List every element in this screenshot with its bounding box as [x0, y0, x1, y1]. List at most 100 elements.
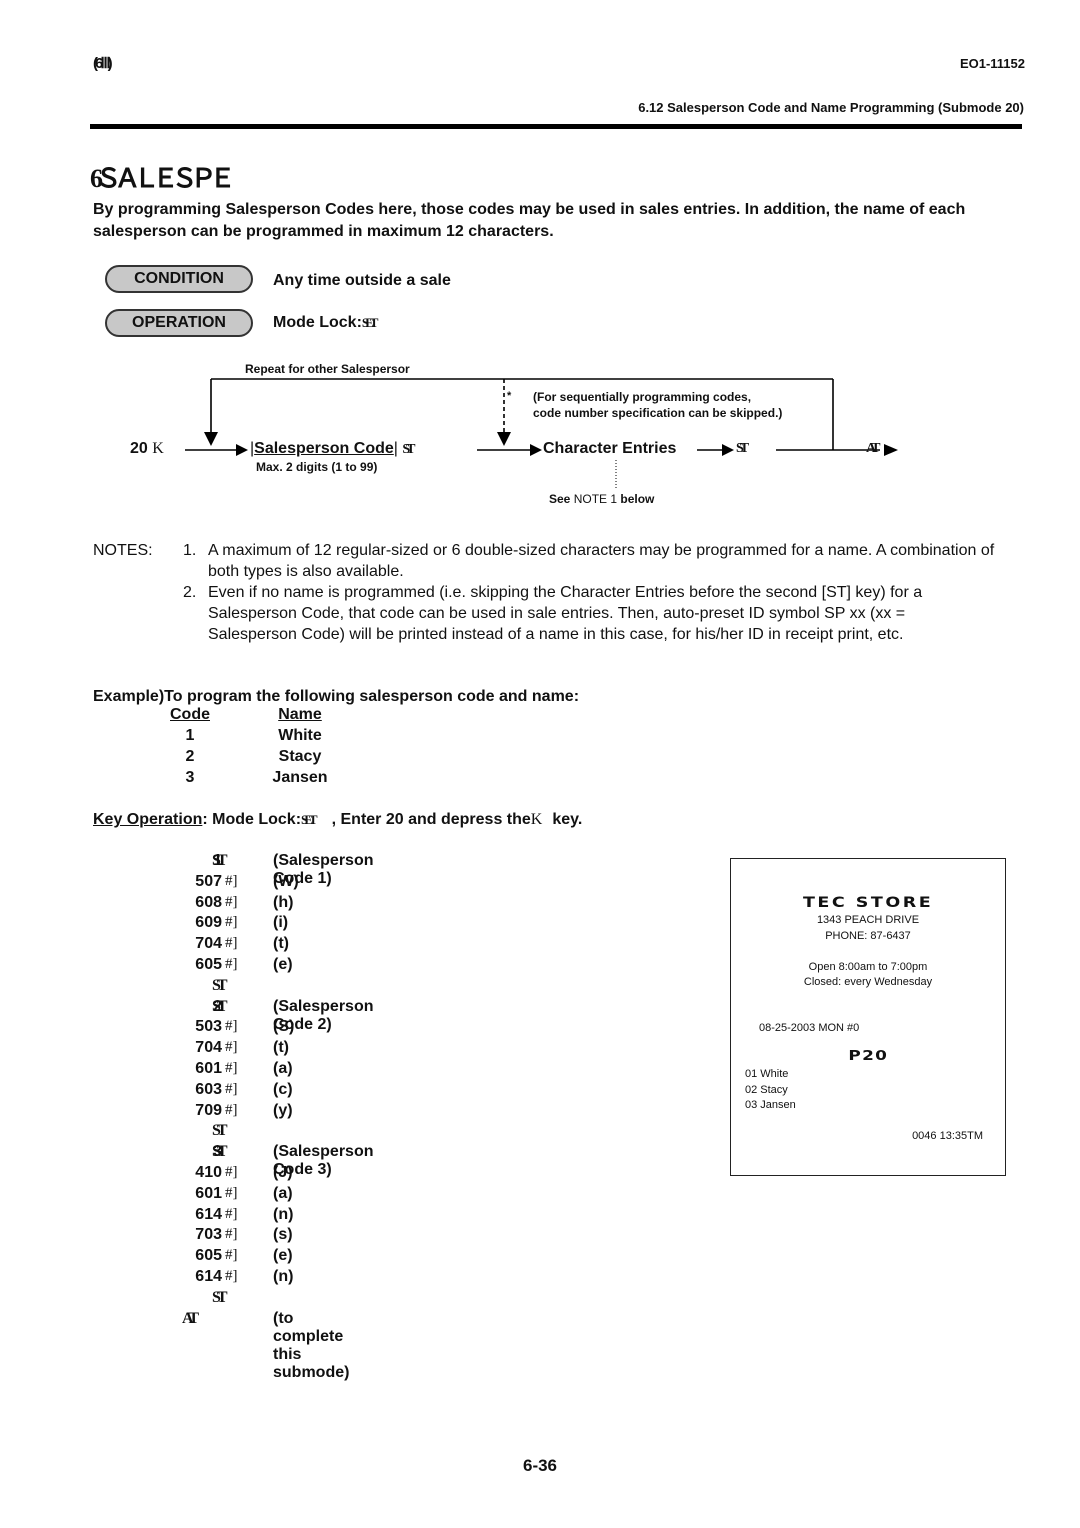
st-key-icon: ST	[212, 997, 227, 1015]
k-key-icon: K	[152, 440, 163, 457]
key-value: 614	[195, 1267, 222, 1285]
end-arrowhead	[884, 444, 898, 456]
repeat-label: Repeat for other Salespersor	[245, 362, 410, 376]
key-value: 410	[195, 1163, 222, 1181]
header-chapter-glyph: (6Ⅲ)	[93, 55, 113, 72]
receipt-entry: 01 White	[745, 1068, 789, 1080]
key-value: 601	[195, 1184, 222, 1202]
receipt-date-line: 08-25-2003 MON #0	[759, 1022, 860, 1034]
mid-arrowhead	[530, 444, 542, 456]
receipt-footer: 0046 13:35TM	[912, 1130, 983, 1142]
character-key-icon: #]	[225, 1080, 238, 1097]
code-cell: 3	[185, 769, 195, 786]
st-key-icon: ST	[212, 1122, 227, 1140]
receipt-report-title-row: P20	[731, 1049, 1005, 1065]
note-number: 1.	[183, 542, 197, 559]
skip-arrowhead	[497, 432, 511, 446]
key-value: 605	[195, 955, 222, 973]
code-cell: 2	[185, 748, 195, 765]
character-key-icon: #]	[225, 893, 238, 910]
loop-arrowhead	[204, 432, 218, 446]
step-description: (e)	[273, 1247, 293, 1265]
st-key-icon: ST	[212, 852, 227, 869]
condition-badge: CONDITION	[105, 265, 253, 293]
receipt-closed: Closed: every Wednesday	[803, 976, 933, 988]
character-key-icon: #]	[225, 914, 238, 931]
header-divider	[90, 124, 1022, 129]
at-key-icon: AT	[182, 1309, 199, 1327]
character-key-icon: #]	[225, 1059, 238, 1076]
section-header: 6.12 Salesperson Code and Name Programmi…	[638, 100, 1024, 115]
name-cell: Stacy	[278, 748, 322, 765]
receipt-phone: PHONE: 87-6437	[825, 930, 911, 942]
operation-mode-text: Mode Lock:	[273, 314, 362, 331]
step-description: (t)	[273, 1039, 289, 1057]
step-description: (c)	[273, 1080, 293, 1098]
column-header-name: Name	[278, 706, 322, 723]
key-value: 703	[195, 1226, 222, 1244]
receipt-address: 1343 PEACH DRIVE	[816, 914, 920, 926]
key-value: 704	[195, 1039, 222, 1057]
document-number: EO1-11152	[959, 56, 1025, 71]
start-arrowhead	[236, 444, 248, 456]
operation-badge: OPERATION	[105, 309, 253, 337]
step-description: (h)	[273, 893, 294, 911]
key-value: 503	[195, 1018, 222, 1036]
step-description: (s)	[273, 1226, 293, 1244]
character-key-icon: #]	[225, 955, 238, 972]
step-description: (n)	[273, 1267, 294, 1285]
key-value: 601	[195, 1059, 222, 1077]
character-key-icon: #]	[225, 872, 238, 889]
k-key-icon: K	[530, 811, 542, 828]
character-key-icon: #]	[225, 1101, 238, 1118]
key-value: 704	[195, 935, 222, 953]
condition-text: Any time outside a sale	[273, 272, 451, 289]
receipt-hours: Open 8:00am to 7:00pm	[808, 961, 928, 973]
st-key-icon-2: ST	[736, 441, 749, 456]
at-key-icon: AT	[866, 441, 881, 456]
mode-key-icon: SET	[361, 315, 378, 330]
char-arrowhead	[722, 444, 734, 456]
step-description: (a)	[273, 1184, 293, 1202]
key-operation-line: Key Operation: Mode Lock:SET , Enter 20 a…	[93, 811, 582, 829]
page-number: 6-36	[522, 1456, 558, 1475]
st-key-icon: ST	[212, 1143, 227, 1161]
key-operation-text: : Mode Lock:	[202, 811, 302, 828]
key-value: 709	[195, 1101, 222, 1119]
character-key-icon: #]	[225, 1205, 238, 1222]
start-value: 20 K	[130, 440, 164, 458]
see-note-ref: See NOTE 1 below	[549, 492, 654, 506]
example-heading: Example)To program the following salespe…	[93, 688, 580, 705]
key-value: 507	[195, 872, 222, 890]
operation-text: Mode Lock:SET	[273, 314, 378, 332]
character-key-icon: #]	[225, 1018, 238, 1035]
key-value: 614	[195, 1205, 222, 1223]
salesperson-code-box: |Salesperson Code| ST	[250, 440, 416, 457]
mode-key-icon: SET	[301, 812, 317, 827]
step-description: (J)	[273, 1163, 293, 1181]
step-description: (e)	[273, 955, 293, 973]
st-key-icon: ST	[402, 442, 415, 457]
step-description: (S)	[273, 1018, 295, 1036]
note-text: A maximum of 12 regular-sized or 6 doubl…	[208, 542, 995, 580]
character-key-icon: #]	[225, 1247, 238, 1264]
note-text: Even if no name is programmed (i.e. skip…	[208, 584, 923, 643]
condition-label: CONDITION	[134, 270, 224, 287]
name-cell: White	[278, 727, 322, 744]
note-number: 2.	[183, 584, 197, 601]
character-key-icon: #]	[225, 1039, 238, 1056]
see-note-number: NOTE 1	[573, 492, 618, 506]
key-value: 605	[195, 1247, 222, 1265]
intro-paragraph: By programming Salesperson Codes here, t…	[93, 201, 966, 240]
page-title: 6 ＳＡＬＥＳＰＥ	[90, 164, 235, 193]
step-description: (n)	[273, 1205, 294, 1223]
step-description: (to complete this submode)	[273, 1309, 350, 1381]
step-description: (a)	[273, 1059, 293, 1077]
receipt-entry: 02 Stacy	[745, 1084, 788, 1096]
key-value: 609	[195, 914, 222, 932]
key-operation-text-3: key.	[552, 811, 583, 828]
character-key-icon: #]	[225, 935, 238, 952]
operation-label: OPERATION	[132, 314, 226, 331]
key-value: 608	[195, 893, 222, 911]
receipt-store-name-row: TEC STORE	[731, 896, 1005, 912]
